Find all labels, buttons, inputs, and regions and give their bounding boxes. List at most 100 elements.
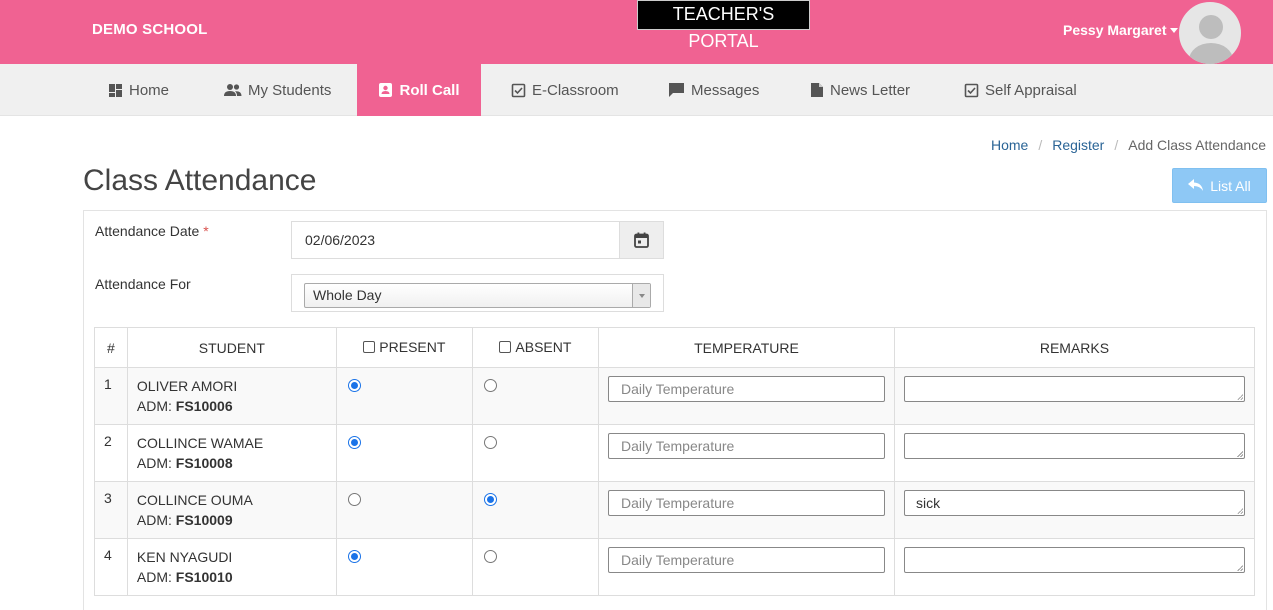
nav-my-students-label: My Students: [248, 81, 332, 99]
adm-number: FS10010: [175, 569, 233, 585]
nav-messages[interactable]: Messages: [668, 64, 759, 116]
nav-home-label: Home: [129, 81, 170, 99]
row-number: 4: [94, 538, 128, 596]
breadcrumb-separator: /: [1038, 137, 1043, 153]
breadcrumb-register[interactable]: Register: [1052, 137, 1104, 153]
calendar-icon: [634, 232, 649, 248]
adm-prefix: ADM:: [136, 398, 172, 414]
nav-self-appraisal[interactable]: Self Appraisal: [964, 64, 1077, 116]
remarks-cell: [893, 538, 1256, 596]
absent-header-label: ABSENT: [515, 339, 572, 355]
row-number: 1: [94, 367, 128, 425]
nav-e-classroom-label: E-Classroom: [532, 81, 619, 99]
attendance-date-label: Attendance Date *: [95, 223, 209, 239]
student-name: KEN NYAGUDI: [136, 549, 233, 565]
attendance-table: # STUDENT PRESENT ABSENT TEMPERATURE REM…: [94, 327, 1256, 596]
breadcrumb-home[interactable]: Home: [991, 137, 1028, 153]
required-mark: *: [203, 223, 209, 239]
avatar[interactable]: [1178, 1, 1242, 65]
page-title: Class Attendance: [83, 164, 317, 197]
table-header-row: # STUDENT PRESENT ABSENT TEMPERATURE REM…: [94, 327, 1256, 368]
present-cell: [335, 367, 473, 425]
table-row: 4 KEN NYAGUDI ADM: FS10010 Daily Tempera…: [94, 538, 1256, 596]
attendance-date-input[interactable]: 02/06/2023: [291, 221, 620, 259]
caret-down-icon[interactable]: [1169, 27, 1178, 33]
remarks-textarea[interactable]: [903, 433, 1245, 459]
remarks-cell: sick: [893, 481, 1256, 539]
row-number: 3: [94, 481, 128, 539]
student-name: OLIVER AMORI: [136, 378, 238, 394]
remarks-cell: [893, 367, 1256, 425]
school-name[interactable]: DEMO SCHOOL: [92, 21, 208, 38]
remarks-textarea[interactable]: [903, 547, 1245, 573]
temperature-cell: Daily Temperature: [597, 424, 895, 482]
checkbox-icon: [511, 83, 526, 97]
adm-prefix: ADM:: [136, 455, 172, 471]
attendance-for-value: Whole Day: [313, 287, 382, 303]
col-header-num: #: [94, 327, 128, 368]
temperature-input[interactable]: Daily Temperature: [607, 547, 885, 573]
breadcrumb-current: Add Class Attendance: [1128, 137, 1266, 153]
nav-e-classroom[interactable]: E-Classroom: [511, 64, 619, 116]
user-menu[interactable]: Pessy Margaret: [1063, 22, 1178, 38]
reply-arrow-icon: [1188, 179, 1204, 191]
attendance-for-select[interactable]: Whole Day: [304, 283, 651, 308]
nav-self-appraisal-label: Self Appraisal: [985, 81, 1077, 99]
nav-news-letter-label: News Letter: [830, 81, 911, 99]
table-row: 3 COLLINCE OUMA ADM: FS10009 Daily Tempe…: [94, 481, 1256, 539]
present-radio[interactable]: [347, 550, 361, 563]
absent-radio[interactable]: [483, 550, 497, 563]
nav-home[interactable]: Home: [108, 64, 169, 116]
student-name: COLLINCE WAMAE: [136, 435, 264, 451]
checkbox-icon: [964, 83, 979, 97]
absent-radio[interactable]: [483, 379, 497, 392]
dropdown-arrow-icon[interactable]: [632, 284, 650, 307]
nav-news-letter[interactable]: News Letter: [810, 64, 910, 116]
nav-messages-label: Messages: [691, 81, 760, 99]
student-cell: KEN NYAGUDI ADM: FS10010: [126, 538, 337, 596]
temperature-input[interactable]: Daily Temperature: [607, 376, 885, 402]
temperature-cell: Daily Temperature: [597, 538, 895, 596]
select-all-present-checkbox[interactable]: [363, 341, 376, 353]
adm-number: FS10009: [175, 512, 233, 528]
breadcrumb-separator: /: [1114, 137, 1119, 153]
present-radio[interactable]: [347, 436, 361, 449]
absent-radio[interactable]: [483, 493, 497, 506]
remarks-textarea[interactable]: [903, 376, 1245, 402]
table-row: 2 COLLINCE WAMAE ADM: FS10008 Daily Temp…: [94, 424, 1256, 482]
table-row: 1 OLIVER AMORI ADM: FS10006 Daily Temper…: [94, 367, 1256, 425]
portal-title: TEACHER'S PORTAL: [637, 0, 810, 51]
nav-roll-call[interactable]: Roll Call: [357, 64, 481, 116]
present-radio[interactable]: [347, 493, 361, 506]
student-adm: ADM: FS10006: [137, 396, 327, 416]
student-cell: OLIVER AMORI ADM: FS10006: [126, 367, 337, 425]
roll-call-icon: [379, 83, 393, 97]
user-name[interactable]: Pessy Margaret: [1063, 22, 1167, 38]
absent-cell: [471, 424, 599, 482]
student-cell: COLLINCE WAMAE ADM: FS10008: [126, 424, 337, 482]
attendance-date-label-text: Attendance Date: [95, 223, 200, 239]
chat-icon: [669, 83, 684, 97]
col-header-remarks: REMARKS: [893, 327, 1256, 368]
list-all-button[interactable]: List All: [1172, 168, 1267, 203]
col-header-absent: ABSENT: [471, 327, 599, 368]
absent-cell: [471, 367, 599, 425]
present-cell: [335, 424, 473, 482]
nav-my-students[interactable]: My Students: [224, 64, 331, 116]
temperature-input[interactable]: Daily Temperature: [607, 433, 885, 459]
top-header: DEMO SCHOOL TEACHER'S PORTAL Pessy Marga…: [0, 0, 1273, 65]
col-header-student: STUDENT: [126, 327, 337, 368]
calendar-button[interactable]: [619, 221, 664, 259]
select-all-absent-checkbox[interactable]: [499, 341, 512, 353]
adm-number: FS10006: [175, 398, 233, 414]
user-silhouette-icon: [1189, 15, 1233, 64]
student-adm: ADM: FS10009: [137, 510, 327, 530]
remarks-textarea[interactable]: sick: [903, 490, 1245, 516]
absent-radio[interactable]: [483, 436, 497, 449]
present-radio[interactable]: [347, 379, 361, 392]
list-all-label: List All: [1210, 177, 1251, 194]
present-cell: [335, 481, 473, 539]
nav-roll-call-label: Roll Call: [399, 81, 460, 99]
temperature-input[interactable]: Daily Temperature: [607, 490, 885, 516]
row-number: 2: [94, 424, 128, 482]
